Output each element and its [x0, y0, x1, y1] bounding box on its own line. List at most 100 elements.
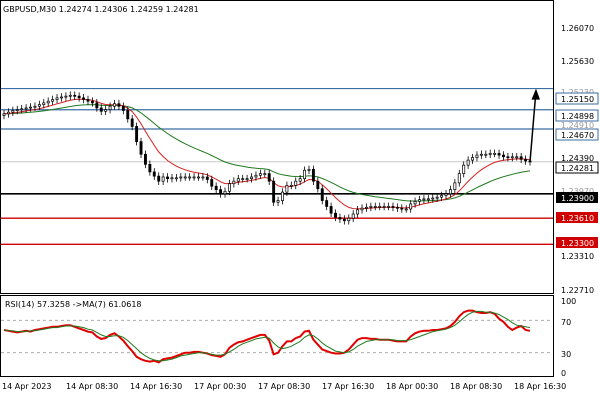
candle-body [143, 153, 147, 165]
candle-body [232, 180, 236, 185]
candle-body [29, 106, 32, 109]
candle-body [157, 175, 161, 182]
candle-body [493, 153, 497, 155]
candle-body [395, 206, 399, 209]
time-tick: 14 Apr 2023 [2, 382, 51, 391]
candle-body [236, 178, 240, 182]
candle-body [462, 164, 466, 174]
candle-body [197, 176, 200, 179]
candle-body [24, 107, 28, 110]
candle-body [113, 103, 116, 107]
candle-body [400, 207, 404, 210]
candle-body [378, 206, 382, 208]
candle-body [351, 213, 355, 219]
candle-body [37, 104, 41, 107]
candle-body [457, 173, 461, 184]
candle-body [338, 217, 342, 220]
candle-body [276, 200, 280, 203]
trading-chart[interactable]: GBPUSD,M30 1.24274 1.24306 1.24259 1.242… [0, 0, 600, 400]
time-tick: 17 Apr 00:30 [194, 382, 246, 391]
candle-body [431, 197, 435, 200]
time-tick: 18 Apr 08:30 [450, 382, 502, 391]
candle-body [373, 206, 377, 208]
candle-body [219, 189, 223, 195]
candle-body [73, 94, 77, 97]
candle-body [347, 217, 351, 222]
candle-body [254, 174, 258, 178]
candle-body [510, 156, 514, 159]
rsi-tick: 100 [561, 297, 576, 306]
candle-body [135, 126, 139, 142]
candle-body [95, 102, 99, 109]
candle-body [245, 178, 249, 181]
candle-body [183, 176, 187, 179]
candle-body [121, 105, 125, 111]
time-tick: 14 Apr 16:30 [130, 382, 182, 391]
candle-body [139, 141, 143, 155]
candle-body [148, 163, 152, 173]
candle-body [227, 183, 231, 192]
candle-body [126, 110, 130, 120]
price-tick: 1.22710 [561, 286, 594, 295]
candle-body [307, 169, 311, 171]
price-tick: 1.26070 [561, 24, 594, 33]
main-plot-area[interactable] [0, 0, 554, 294]
candle-body [214, 185, 218, 190]
candle-body [258, 173, 262, 176]
candle-body [170, 177, 174, 180]
level-label-3: 1.24670 [561, 131, 594, 140]
candle-body [387, 206, 391, 208]
candle-body [2, 113, 6, 116]
candle-body [15, 109, 19, 111]
candle-body [90, 100, 94, 104]
candle-body [316, 180, 320, 190]
candle-body [440, 195, 444, 198]
time-tick: 17 Apr 16:30 [322, 382, 374, 391]
candle-body [267, 173, 271, 182]
candle-body [20, 108, 24, 111]
candle-body [409, 203, 413, 210]
candle-body [104, 109, 108, 112]
candle-body [294, 180, 298, 186]
candle-body [82, 97, 86, 100]
candle-body [497, 153, 501, 156]
candle-body [435, 196, 439, 199]
candle-body [382, 206, 386, 208]
candle-body [210, 179, 214, 187]
candle-body [471, 157, 474, 161]
level-labels: 1.25150 1.24898 1.24670 1.24281 1.23900 … [555, 92, 599, 248]
rsi-axis: 100 70 30 0 [561, 297, 576, 378]
candle-body [488, 153, 492, 155]
rsi-tick: 0 [561, 369, 566, 378]
candle-body [6, 111, 10, 115]
candle-body [334, 212, 337, 218]
candle-body [391, 206, 395, 208]
candle-body [404, 208, 408, 211]
time-tick: 17 Apr 08:30 [258, 382, 310, 391]
candle-body [46, 100, 50, 104]
candle-body [281, 191, 284, 201]
candle-body [298, 178, 302, 182]
candle-body [515, 156, 519, 159]
candle-body [33, 105, 37, 108]
candle-body [152, 171, 156, 177]
candle-body [320, 188, 324, 201]
price-axis: 1.26070 1.25630 1.24390 1.23310 1.22710 … [561, 24, 594, 295]
candle-body [448, 189, 452, 195]
rsi-tick: 30 [561, 350, 571, 359]
candle-body [303, 169, 307, 180]
time-tick: 14 Apr 08:30 [66, 382, 118, 391]
candle-body [479, 153, 483, 156]
candle-body [86, 99, 90, 102]
candle-body [524, 158, 528, 162]
candle-body [174, 177, 178, 180]
candlestick[interactable] [272, 177, 276, 207]
candle-body [475, 154, 479, 158]
symbol-info: GBPUSD,M30 1.24274 1.24306 1.24259 1.242… [3, 5, 199, 14]
candle-body [325, 200, 329, 207]
candle-body [161, 176, 165, 182]
candle-body [55, 97, 59, 100]
candle-body [519, 156, 523, 160]
candle-body [108, 105, 112, 110]
time-tick: 18 Apr 00:30 [386, 382, 438, 391]
